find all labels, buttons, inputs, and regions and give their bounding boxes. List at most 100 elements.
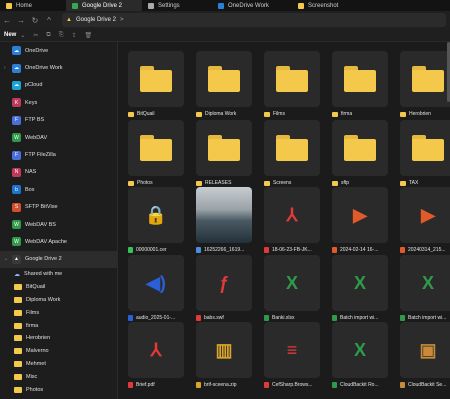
tile-label: Brief.pdf	[128, 382, 192, 388]
sidebar-item-label: WebDAV BS	[25, 221, 56, 228]
share-icon[interactable]: ⇪	[68, 32, 81, 39]
sidebar-subitem[interactable]: Malverno	[0, 345, 117, 358]
address-bar[interactable]: ▲ Google Drive 2 >	[62, 13, 446, 27]
google-drive-icon: ▲	[12, 254, 21, 264]
sidebar: ☁ OneDrive › ☁ OneDrive Work ☁ pCloud K Keys F FTP…	[0, 42, 118, 399]
folder-tile[interactable]	[196, 120, 252, 176]
sidebar-subitem[interactable]: firma	[0, 319, 117, 332]
tab-settings[interactable]: Settings	[142, 0, 212, 11]
forward-icon[interactable]: →	[14, 16, 28, 25]
sidebar-item[interactable]: › ☁ OneDrive Work	[0, 59, 117, 76]
file-tile[interactable]: ⅄	[128, 322, 184, 378]
tile-name: 00000001.cer	[136, 247, 167, 253]
file-tile[interactable]: ▥	[196, 322, 252, 378]
tab-home[interactable]: Home	[0, 0, 66, 11]
file-tile[interactable]: ≡	[264, 322, 320, 378]
sidebar-item[interactable]: W WebDAV Apache	[0, 233, 117, 250]
sidebar-item-label: pCloud	[25, 82, 43, 89]
onedrive-icon: ☁	[12, 46, 21, 56]
tile-name: Brief.pdf	[136, 382, 155, 388]
folder-tile[interactable]	[128, 51, 184, 107]
folder-tile[interactable]	[400, 120, 450, 176]
sidebar-item[interactable]: b Box	[0, 181, 117, 198]
folder-tile[interactable]	[332, 120, 388, 176]
pdf-icon: ⅄	[150, 339, 162, 360]
back-icon[interactable]: ←	[0, 16, 14, 25]
sidebar-item[interactable]: S SFTP BitVise	[0, 199, 117, 216]
file-tile[interactable]: ▶	[400, 187, 450, 243]
sidebar-item[interactable]: N NAS	[0, 164, 117, 181]
file-tile[interactable]: ▣	[400, 322, 450, 378]
sidebar-subitem[interactable]: ☁ Shared with me	[0, 268, 117, 281]
folder-tile[interactable]	[128, 120, 184, 176]
folder-tile[interactable]	[196, 51, 252, 107]
tab-onedrive-work[interactable]: OneDrive Work	[212, 0, 292, 11]
folder-tile[interactable]	[264, 51, 320, 107]
file-tile[interactable]: 🔒	[128, 187, 184, 243]
folder-icon	[276, 66, 308, 92]
video-icon: ▶	[421, 204, 435, 225]
pdf-icon	[264, 247, 269, 253]
lock-icon: 🔒	[144, 204, 168, 225]
file-grid: BitQuail Diploma Work Films firma Herobrien P…	[118, 42, 450, 399]
sidebar-item[interactable]: ⌄ ▲ Google Drive 2	[0, 250, 117, 269]
up-icon[interactable]: ^	[42, 16, 56, 25]
tab-google-drive-2[interactable]: Google Drive 2	[66, 0, 142, 11]
keys-icon: K	[12, 98, 21, 108]
file-tile[interactable]: ◀)	[128, 255, 184, 311]
folder-icon	[14, 373, 22, 380]
sidebar-subitem[interactable]: Misc	[0, 370, 117, 383]
refresh-icon[interactable]: ↻	[28, 16, 42, 25]
copy-icon[interactable]: ⧉	[42, 32, 54, 39]
sidebar-item-label: Keys	[25, 99, 38, 106]
sidebar-subitem[interactable]: BitQuail	[0, 281, 117, 294]
file-tile[interactable]: X	[400, 255, 450, 311]
file-tile[interactable]: X	[264, 255, 320, 311]
folder-tile[interactable]	[264, 120, 320, 176]
folder-icon	[14, 361, 22, 368]
folder-tile[interactable]	[400, 51, 450, 107]
file-tile[interactable]: X	[332, 255, 388, 311]
tile-name: Diploma Work	[205, 111, 237, 117]
tile-label: brif-sceena.zip	[196, 382, 260, 388]
tab-screenshot[interactable]: Screenshot	[292, 0, 362, 11]
file-tile[interactable]: ƒ	[196, 255, 252, 311]
sidebar-item-label: WebDAV Apache	[25, 238, 67, 245]
tile-label: Batch import wi...	[332, 315, 396, 321]
chevron-right-icon[interactable]: >	[120, 17, 124, 23]
file-tile[interactable]: ▶	[332, 187, 388, 243]
paste-icon[interactable]: ⎘	[55, 32, 68, 39]
sidebar-subitem[interactable]: Mehmet	[0, 358, 117, 371]
sidebar-item[interactable]: K Keys	[0, 94, 117, 111]
sidebar-item[interactable]: ☁ OneDrive	[0, 42, 117, 59]
folder-tile[interactable]	[332, 51, 388, 107]
sidebar-subitem[interactable]: Photos	[0, 383, 117, 396]
sidebar-item[interactable]: W WebDAV	[0, 129, 117, 146]
delete-icon[interactable]: 🗑	[81, 32, 97, 39]
tile-name: CloudBackit Se...	[408, 382, 447, 388]
sidebar-subitem[interactable]: Herobrien	[0, 332, 117, 345]
sidebar-item[interactable]: ☁ pCloud	[0, 77, 117, 94]
webdav-icon: W	[12, 133, 21, 143]
chevron-icon[interactable]: ⌄	[4, 256, 8, 262]
image-thumbnail[interactable]	[196, 187, 252, 243]
file-tile[interactable]: ⅄	[264, 187, 320, 243]
folder-icon	[276, 135, 308, 161]
sidebar-item[interactable]: W WebDAV BS	[0, 216, 117, 233]
file-tile[interactable]: X	[332, 322, 388, 378]
sidebar-subitem[interactable]: Films	[0, 306, 117, 319]
sidebar-subitem[interactable]: Diploma Work	[0, 294, 117, 307]
chevron-down-icon[interactable]: ⌄	[16, 32, 29, 39]
zip-icon: ▥	[215, 339, 233, 360]
sidebar-item[interactable]: F FTP FileZilla	[0, 146, 117, 163]
chevron-icon[interactable]: ›	[4, 65, 8, 71]
new-button[interactable]: New	[0, 32, 16, 38]
navigation-bar: ← → ↻ ^ ▲ Google Drive 2 >	[0, 11, 450, 29]
folder-icon	[344, 135, 376, 161]
tab-label: Settings	[158, 2, 180, 9]
cut-icon[interactable]: ✂	[29, 32, 42, 39]
sidebar-item[interactable]: F FTP BS	[0, 112, 117, 129]
tile-name: Films	[273, 111, 285, 117]
sidebar-item-label: FTP BS	[25, 117, 45, 124]
folder-icon	[400, 180, 406, 186]
